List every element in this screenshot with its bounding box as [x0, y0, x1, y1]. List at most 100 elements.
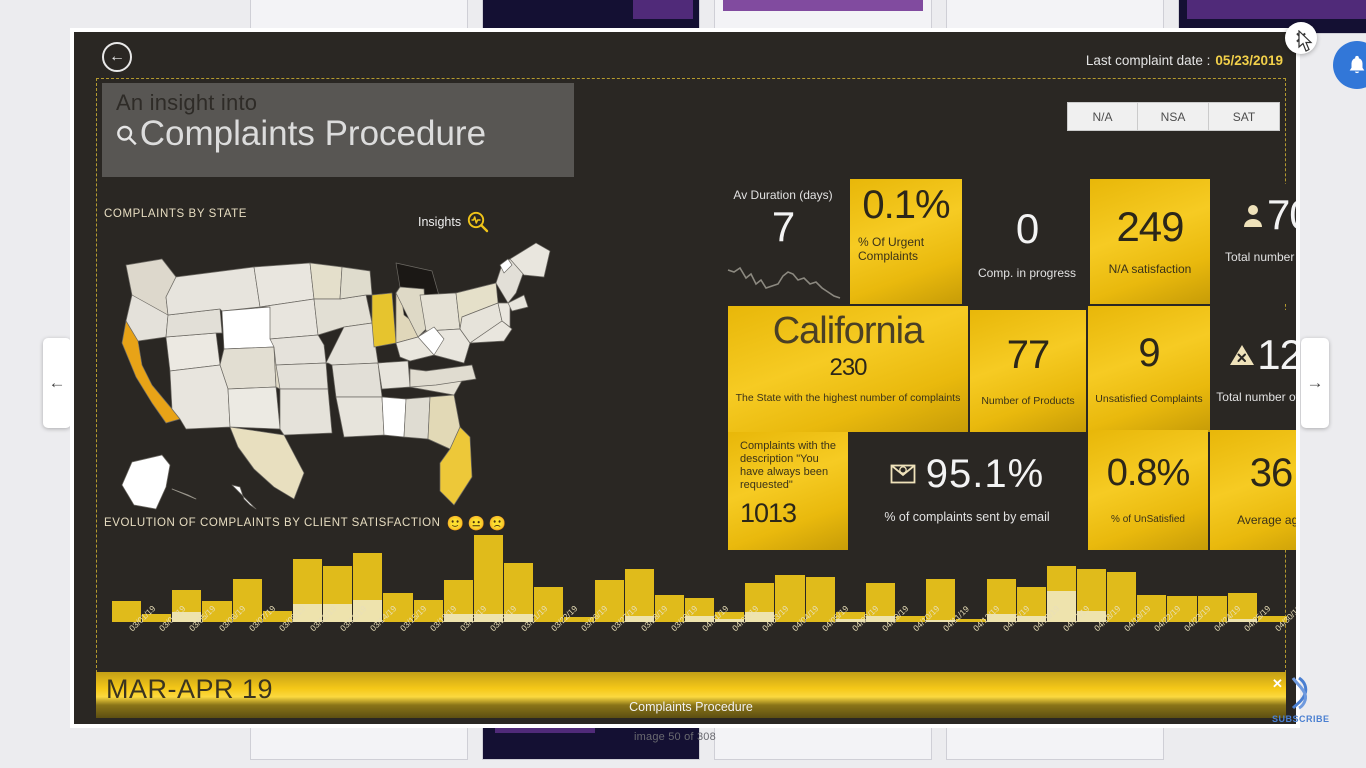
report-title-block: An insight into ⚲ Complaints Procedure — [102, 83, 574, 177]
kpi-urgent-complaints[interactable]: 0.1% % Of Urgent Complaints — [850, 179, 962, 304]
x-axis-tick: 03/12/19 — [307, 603, 338, 634]
map-title: COMPLAINTS BY STATE — [104, 208, 248, 220]
last-complaint-date-label: Last complaint date : — [1085, 53, 1211, 68]
last-complaint-date-value: 05/23/2019 — [1215, 53, 1283, 68]
smiley-sad-icon: 🙁 — [488, 515, 507, 531]
state-oklahoma — [279, 388, 333, 436]
title-subtitle: An insight into — [116, 90, 258, 115]
kpi-email-caption: % of complaints sent by email — [884, 510, 1050, 524]
x-axis-tick: 03/05/19 — [186, 603, 218, 634]
bar-segment-top — [292, 559, 323, 605]
filter-button-nsa[interactable]: NSA — [1138, 102, 1209, 131]
state-texas — [229, 426, 305, 500]
kpi-products-caption: Number of Products — [981, 394, 1075, 407]
email-icon — [890, 464, 916, 484]
state-minnesota — [309, 262, 343, 300]
kpi-na-satisfaction-value: 249 — [1116, 203, 1184, 251]
bar-segment-top — [1046, 565, 1076, 592]
sparkline-icon — [727, 266, 841, 299]
x-axis-tick: 03/04/19 — [156, 603, 188, 634]
kpi-in-progress[interactable]: 0 Comp. in progress — [964, 184, 1090, 304]
state-wisconsin — [339, 266, 373, 300]
x-axis-tick: 03/14/19 — [367, 603, 399, 634]
kpi-email-complaints[interactable]: 95.1% % of complaints sent by email — [850, 434, 1084, 548]
kpi-top-state-value: California — [772, 310, 925, 352]
kpi-description-value: 1013 — [740, 497, 797, 528]
state-montana — [165, 266, 261, 316]
x-axis-tick: 04/19/19 — [1121, 603, 1153, 634]
prev-image-button[interactable]: ← — [43, 338, 71, 428]
x-axis-tick: 04/04/19 — [790, 603, 821, 634]
state-kansas — [275, 362, 329, 390]
state-hawaii — [231, 484, 257, 510]
back-button[interactable]: ← — [102, 42, 132, 72]
state-ohio — [419, 292, 461, 332]
warning-x-triangle-icon — [1230, 345, 1255, 365]
kpi-total-brokers[interactable]: 707 Total number of brokers — [1214, 184, 1296, 304]
image-counter: image 50 of 308 — [634, 731, 716, 743]
person-icon — [1243, 205, 1262, 227]
kpi-na-satisfaction[interactable]: 249 N/A satisfaction — [1090, 179, 1210, 304]
kpi-average-age-value: 36 — [1249, 450, 1293, 495]
state-nebraska — [269, 334, 327, 366]
evolution-chart-label: EVOLUTION OF COMPLAINTS BY CLIENT SATISF… — [104, 517, 441, 529]
bell-icon — [1349, 55, 1365, 74]
x-axis-tick: 04/30/19 — [1272, 603, 1300, 634]
state-louisiana — [335, 396, 385, 438]
kpi-products[interactable]: 77 Number of Products — [970, 310, 1086, 432]
filter-button-na[interactable]: N/A — [1067, 102, 1138, 131]
x-axis-tick: 04/01/19 — [699, 603, 730, 634]
kpi-average-age-caption: Average age — [1237, 512, 1300, 527]
state-tennessee — [377, 360, 411, 390]
x-axis-tick: 03/15/19 — [397, 603, 429, 634]
kpi-urgent-caption: % Of Urgent Complaints — [858, 235, 925, 264]
x-axis-tick: 04/11/19 — [940, 603, 971, 634]
kpi-top-state[interactable]: California 230 The State with the highes… — [728, 306, 968, 432]
state-north-carolina — [409, 364, 477, 388]
x-axis-tick: 03/26/19 — [578, 603, 610, 634]
x-axis-tick: 03/06/19 — [217, 603, 248, 634]
kpi-total-complaints-caption: Total number of complaints — [1216, 390, 1300, 404]
x-axis-tick: 03/13/19 — [337, 603, 369, 634]
next-image-button[interactable]: → — [1301, 338, 1329, 428]
kpi-unsatisfied-complaints[interactable]: 9 Unsatisfied Complaints — [1088, 306, 1210, 432]
report-overlay: ← Last complaint date : 05/23/2019 An ins… — [70, 28, 1300, 728]
kpi-total-brokers-value: 707 — [1266, 191, 1296, 238]
kpi-urgent-value: 0.1% — [862, 183, 950, 227]
filter-button-sat[interactable]: SAT — [1209, 102, 1280, 131]
insights-button[interactable]: Insights — [418, 210, 490, 234]
kpi-in-progress-value: 0 — [1015, 204, 1039, 252]
state-alaska — [121, 454, 171, 510]
page-title-text: Complaints Procedure — [139, 114, 487, 153]
x-axis-tick: 04/08/19 — [850, 603, 881, 634]
state-alabama — [403, 396, 431, 440]
evolution-chart-x-axis: 03/01/19 03/04/19 03/05/19 03/06/19 03/07/19… — [112, 603, 1300, 672]
close-overlay-button[interactable]: ✕ — [1285, 22, 1317, 54]
x-axis-tick: 03/22/19 — [548, 603, 580, 634]
x-axis-tick: 03/27/19 — [609, 603, 640, 634]
x-axis-tick: 04/18/19 — [1091, 603, 1122, 634]
kpi-total-brokers-caption: Total number of brokers — [1224, 250, 1296, 264]
x-axis-tick: 04/22/19 — [1151, 603, 1183, 634]
kpi-in-progress-caption: Comp. in progress — [977, 265, 1077, 280]
report-footer-band: MAR-APR 19 Complaints Procedure — [96, 672, 1286, 718]
kpi-total-complaints-value: 1225 — [1257, 331, 1300, 378]
x-axis-tick: 03/01/19 — [126, 603, 157, 634]
kpi-email-value: 95.1% — [925, 452, 1045, 496]
bar-segment-top — [323, 565, 353, 605]
usa-choropleth-map[interactable] — [104, 237, 604, 512]
kpi-total-complaints[interactable]: 1225 Total number of complaints — [1214, 310, 1300, 432]
bar-column[interactable] — [112, 532, 142, 622]
kpi-top-state-count: 230 — [829, 354, 867, 381]
kpi-av-duration-caption: Av Duration (days) — [733, 188, 833, 202]
kpi-pct-unsatisfied-caption: % of UnSatisfied — [1111, 514, 1185, 526]
state-arkansas — [331, 362, 383, 398]
kpi-av-duration-value: 7 — [771, 203, 795, 251]
kpi-products-value: 77 — [1006, 332, 1050, 377]
state-mississippi — [381, 396, 407, 438]
state-new-mexico — [227, 386, 281, 430]
kpi-av-duration[interactable]: Av Duration (days) 7 — [720, 184, 846, 304]
x-axis-tick: 04/15/19 — [1001, 603, 1032, 634]
state-utah — [219, 346, 277, 390]
x-axis-tick: 04/05/19 — [820, 603, 851, 634]
